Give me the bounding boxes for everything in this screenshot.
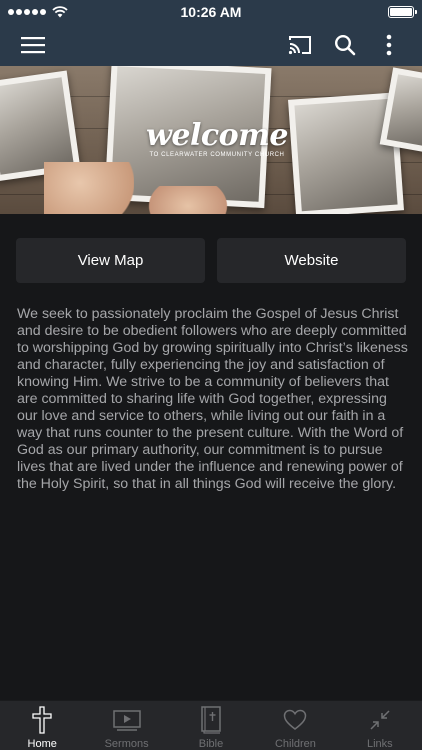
hand-image: [148, 186, 228, 214]
tab-label: Sermons: [104, 738, 149, 750]
nav-bar: [0, 24, 422, 66]
church-description: We seek to passionately proclaim the Gos…: [17, 306, 408, 492]
family-photo: [379, 67, 422, 155]
links-icon: [365, 706, 395, 734]
tab-label: Bible: [198, 738, 224, 750]
video-icon: [112, 706, 142, 734]
heart-icon: [280, 706, 310, 734]
menu-icon[interactable]: [18, 30, 48, 60]
hand-image: [44, 162, 134, 214]
welcome-banner: welcome TO CLEARWATER COMMUNITY CHURCH: [0, 66, 422, 214]
more-vertical-icon[interactable]: [374, 30, 404, 60]
tab-home[interactable]: Home: [0, 701, 84, 750]
tab-children[interactable]: Children: [253, 701, 337, 750]
cast-icon[interactable]: [285, 30, 315, 60]
welcome-title: welcome: [146, 118, 288, 153]
status-time: 10:26 AM: [180, 4, 242, 20]
status-bar: 10:26 AM: [0, 0, 422, 24]
tab-label: Children: [274, 738, 316, 750]
cross-icon: [27, 706, 57, 734]
tab-label: Home: [27, 738, 57, 750]
tab-links[interactable]: Links: [338, 701, 422, 750]
battery-icon: [388, 6, 417, 18]
tab-sermons[interactable]: Sermons: [84, 701, 168, 750]
website-button[interactable]: Website: [217, 238, 406, 283]
tab-bible[interactable]: Bible: [169, 701, 253, 750]
search-icon[interactable]: [330, 30, 360, 60]
tab-label: Links: [366, 738, 393, 750]
welcome-subtitle: TO CLEARWATER COMMUNITY CHURCH: [149, 152, 285, 158]
tab-bar: Home Sermons Bible Children Links: [0, 700, 422, 750]
view-map-button[interactable]: View Map: [16, 238, 205, 283]
bible-icon: [196, 706, 226, 734]
